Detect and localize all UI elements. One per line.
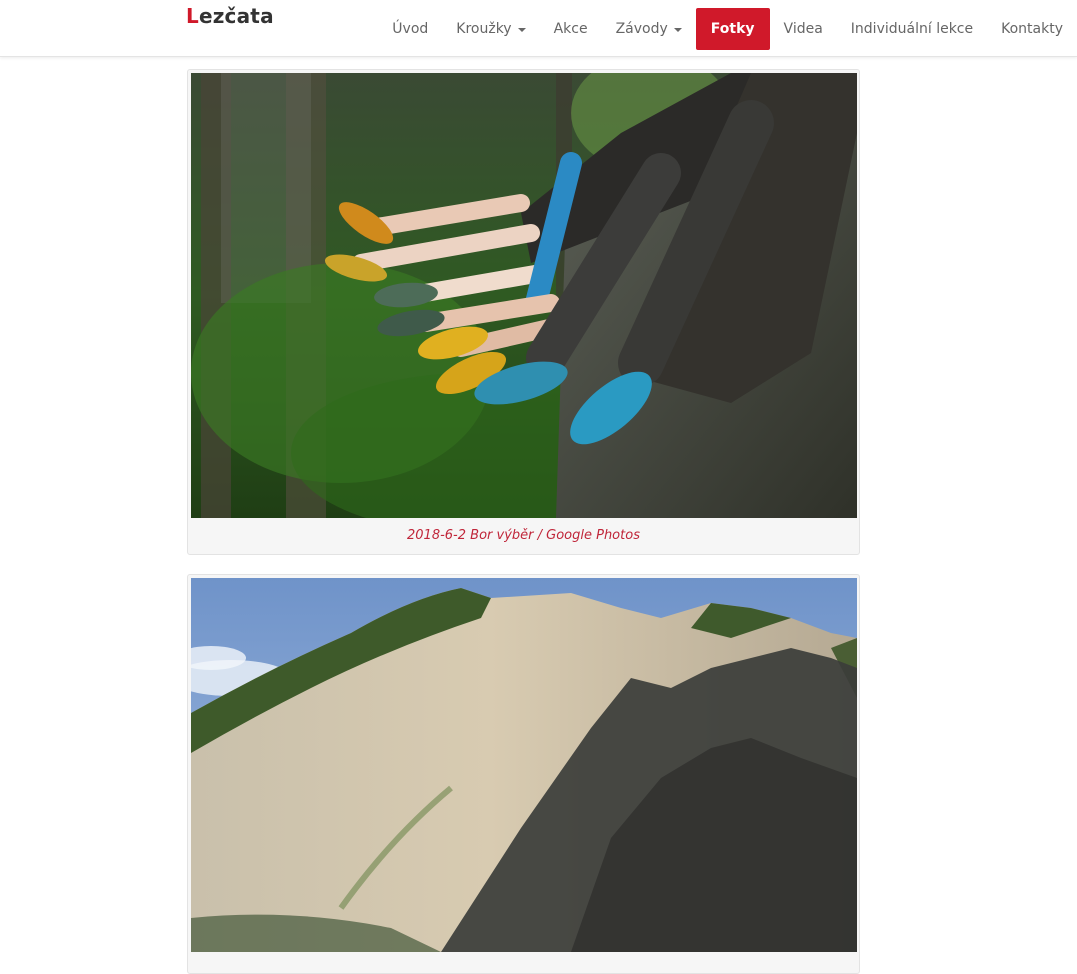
album-caption[interactable]: 2018-6-2 Bor výběr / Google Photos [191,518,856,553]
nav-item-fotky[interactable]: Fotky [695,8,770,50]
caret-down-icon [517,28,526,32]
album-thumbnail: 2018-6-2 Bor výběr / Google Photos [187,69,860,555]
album-photo-link[interactable] [191,578,857,952]
mountain-cliff-photo [191,578,857,952]
caret-down-icon [673,28,682,32]
nav-label-kontakty: Kontakty [1001,21,1063,37]
nav-label-akce: Akce [553,21,588,37]
nav-label-krouzky: Kroužky [456,21,512,37]
album-thumbnail [187,574,860,974]
nav-label-uvod: Úvod [392,21,429,37]
nav-label-fotky: Fotky [710,21,755,37]
site-logo[interactable]: Lezčata [186,4,274,28]
nav-item-akce[interactable]: Akce [540,8,602,50]
nav-item-kontakty[interactable]: Kontakty [987,8,1077,50]
main-nav: Úvod Kroužky Akce Závody Fotky Videa Ind… [378,0,1077,56]
album-photo-link[interactable] [191,73,857,518]
climbers-feet-photo [191,73,857,518]
nav-label-videa: Videa [783,21,823,37]
nav-item-zavody[interactable]: Závody [602,8,696,50]
brand-first-letter: L [186,4,199,28]
nav-label-individualni-lekce: Individuální lekce [850,21,974,37]
brand-rest: ezčata [198,4,274,28]
nav-item-individualni-lekce[interactable]: Individuální lekce [837,8,987,50]
nav-item-videa[interactable]: Videa [770,8,837,50]
nav-item-krouzky[interactable]: Kroužky [442,8,539,50]
top-navbar: Lezčata Úvod Kroužky Akce Závody Fotky V… [0,0,1077,57]
nav-item-uvod[interactable]: Úvod [378,8,442,50]
nav-label-zavody: Závody [615,21,668,37]
